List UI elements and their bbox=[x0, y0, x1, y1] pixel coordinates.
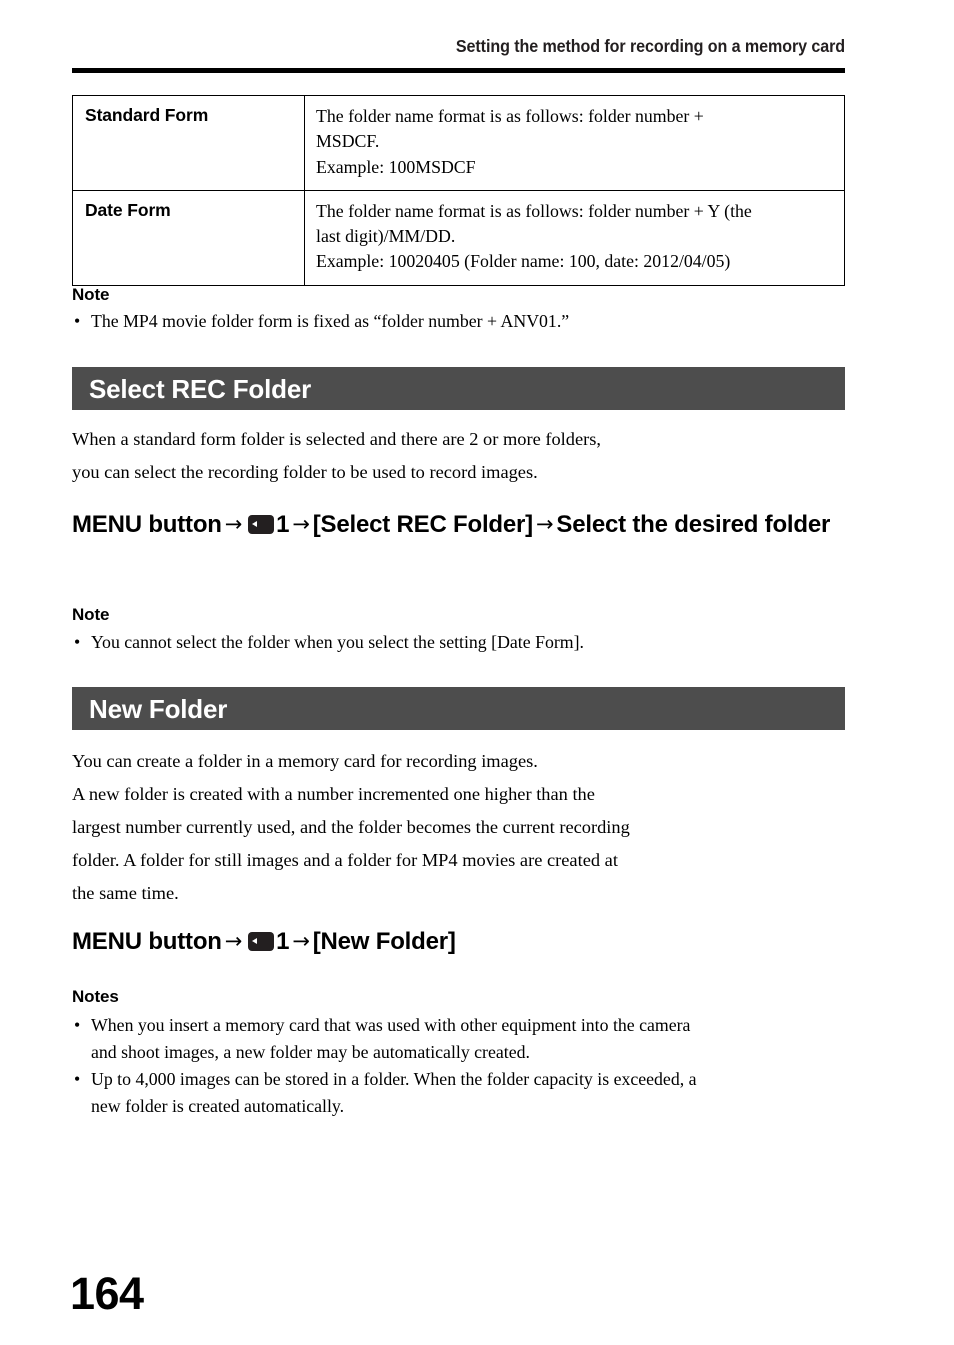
menu-path-select-rec-folder: MENU button → 1 → [Select REC Folder] → Select… bbox=[72, 508, 862, 542]
running-header-title: Setting the method for recording on a me… bbox=[455, 36, 845, 56]
paragraph-line: largest number currently used, and the f… bbox=[72, 816, 630, 837]
paragraph-line: the same time. bbox=[72, 882, 179, 903]
list-item-line: new folder is created automatically. bbox=[91, 1096, 345, 1117]
bullet-icon: • bbox=[74, 1015, 81, 1035]
table-cell-description: The folder name format is as follows: fo… bbox=[304, 95, 845, 191]
paragraph-line: folder. A folder for still images and a … bbox=[72, 849, 618, 870]
menu-button-label: MENU button bbox=[72, 511, 222, 538]
section-body-new-folder: You can create a folder in a memory card… bbox=[72, 745, 862, 910]
list-item: • Up to 4,000 images can be stored in a … bbox=[72, 1066, 892, 1120]
menu-tab-number: 1 bbox=[276, 928, 290, 955]
paragraph-line: You can create a folder in a memory card… bbox=[72, 751, 538, 771]
section-body-select-rec-folder: When a standard form folder is selected … bbox=[72, 423, 862, 489]
note-list: • You cannot select the folder when you … bbox=[72, 629, 862, 656]
menu-action-label: Select the desired folder bbox=[556, 511, 831, 538]
arrow-icon: → bbox=[292, 512, 310, 536]
notes-heading: Notes bbox=[72, 987, 119, 1006]
paragraph-line: When a standard form folder is selected … bbox=[72, 429, 602, 449]
list-item: • You cannot select the folder when you … bbox=[72, 629, 862, 656]
header-rule bbox=[72, 68, 845, 73]
menu-button-label: MENU button bbox=[72, 928, 222, 955]
menu-tab-number: 1 bbox=[276, 511, 290, 538]
list-item-line: When you insert a memory card that was u… bbox=[91, 1015, 691, 1035]
bullet-icon: • bbox=[74, 311, 81, 331]
table-cell-line: MSDCF. bbox=[316, 131, 380, 152]
notes-list: • When you insert a memory card that was… bbox=[72, 1012, 892, 1120]
menu-path-new-folder: MENU button → 1 → [New Folder] bbox=[72, 925, 862, 959]
table-row: Date Form The folder name format is as f… bbox=[72, 189, 845, 286]
arrow-icon: → bbox=[292, 929, 310, 953]
document-page: Setting the method for recording on a me… bbox=[0, 0, 954, 1345]
bullet-icon: • bbox=[74, 632, 81, 652]
menu-item-label: [Select REC Folder] bbox=[312, 511, 533, 538]
table-cell-line: Example: 100MSDCF bbox=[316, 156, 476, 177]
table-cell-line: The folder name format is as follows: fo… bbox=[316, 106, 704, 126]
list-item: • When you insert a memory card that was… bbox=[72, 1012, 892, 1066]
setup-menu-icon bbox=[248, 932, 275, 951]
paragraph-line: you can select the recording folder to b… bbox=[72, 461, 538, 482]
section-header-select-rec-folder: Select REC Folder bbox=[72, 367, 845, 410]
table-cell-line: Example: 10020405 (Folder name: 100, dat… bbox=[316, 251, 731, 272]
setup-menu-icon bbox=[248, 515, 275, 534]
arrow-icon: → bbox=[224, 929, 243, 953]
table-cell-label: Date Form bbox=[72, 189, 305, 286]
bullet-icon: • bbox=[74, 1069, 81, 1090]
page-number: 164 bbox=[70, 1268, 144, 1319]
section-header-new-folder: New Folder bbox=[72, 687, 845, 730]
list-item-line: Up to 4,000 images can be stored in a fo… bbox=[91, 1069, 697, 1090]
section-title: New Folder bbox=[89, 694, 228, 724]
folder-form-table: Standard Form The folder name format is … bbox=[72, 95, 845, 286]
table-row: Standard Form The folder name format is … bbox=[72, 95, 845, 191]
list-item-line: The MP4 movie folder form is fixed as “f… bbox=[91, 311, 570, 331]
list-item-line: You cannot select the folder when you se… bbox=[91, 632, 584, 652]
note-heading: Note bbox=[72, 285, 110, 304]
paragraph-line: A new folder is created with a number in… bbox=[72, 783, 595, 804]
list-item: • The MP4 movie folder form is fixed as … bbox=[72, 308, 862, 335]
section-title: Select REC Folder bbox=[89, 374, 311, 404]
table-cell-description: The folder name format is as follows: fo… bbox=[304, 189, 845, 286]
menu-item-label: [New Folder] bbox=[312, 928, 456, 955]
table-cell-line: The folder name format is as follows: fo… bbox=[316, 200, 752, 221]
note-heading: Note bbox=[72, 605, 110, 624]
table-cell-line: last digit)/MM/DD. bbox=[316, 226, 456, 247]
arrow-icon: → bbox=[535, 512, 554, 536]
arrow-icon: → bbox=[224, 512, 243, 536]
table-cell-label: Standard Form bbox=[72, 95, 305, 191]
note-list: • The MP4 movie folder form is fixed as … bbox=[72, 308, 862, 335]
list-item-line: and shoot images, a new folder may be au… bbox=[91, 1042, 530, 1063]
